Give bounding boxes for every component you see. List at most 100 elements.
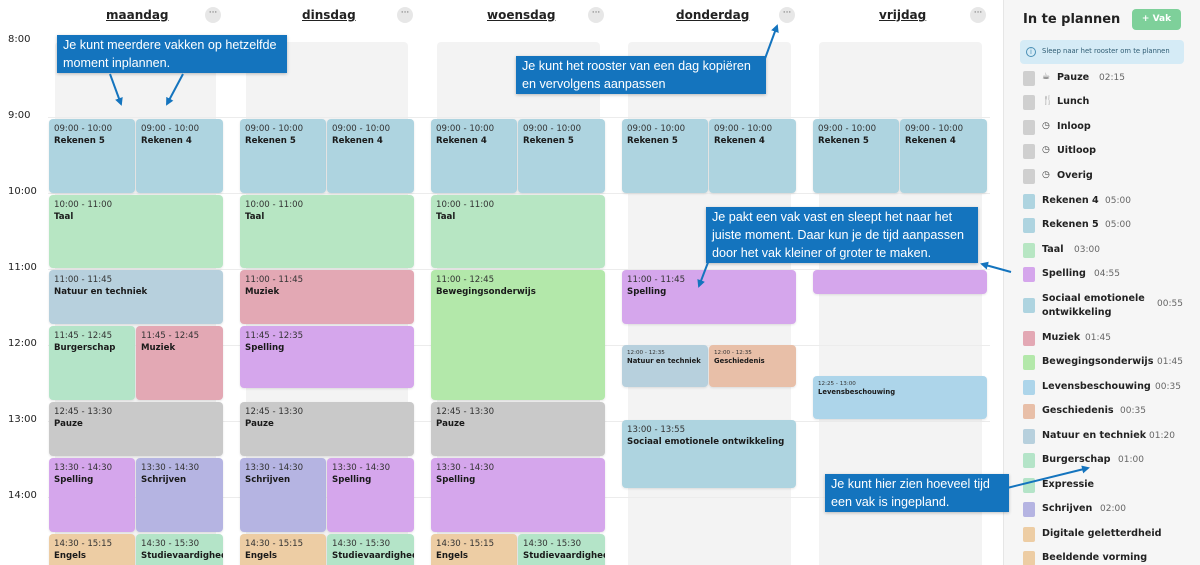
lesson-block[interactable]: 12:45 - 13:30 Pauze <box>240 402 414 456</box>
lesson-block[interactable]: 11:00 - 11:45 Natuur en techniek <box>49 270 223 324</box>
lesson-block[interactable]: 09:00 - 10:00 Rekenen 5 <box>518 119 605 193</box>
subject-spelling[interactable]: Spelling 04:55 <box>1023 266 1198 288</box>
subject-name: Sociaal emotionele ontwikkeling <box>1042 293 1145 318</box>
day-menu-button[interactable]: ··· <box>397 7 413 23</box>
subject-color-swatch <box>1023 453 1035 468</box>
day-header-maandag: maandag ··· <box>55 7 225 25</box>
subject-color-swatch <box>1023 527 1035 542</box>
subject-digitale-geletterdheid[interactable]: Digitale geletterdheid <box>1023 526 1198 548</box>
add-vak-button[interactable]: + Vak <box>1132 9 1181 30</box>
lesson-block[interactable]: 09:00 - 10:00 Rekenen 5 <box>622 119 708 193</box>
lesson-block[interactable]: 11:00 - 11:45 Muziek <box>240 270 414 324</box>
lesson-block[interactable]: 11:00 - 12:45 Bewegingsonderwijs <box>431 270 605 400</box>
lesson-time: 13:30 - 14:30 <box>54 463 113 473</box>
lesson-block[interactable]: 11:00 - 11:45 Spelling <box>622 270 796 324</box>
lesson-title: Pauze <box>54 419 83 429</box>
lesson-time: 09:00 - 10:00 <box>818 124 877 134</box>
subject-sociaal-emotionele-ontwikkeling[interactable]: Sociaal emotionele ontwikkeling 00:55 <box>1023 290 1198 320</box>
subject-geschiedenis[interactable]: Geschiedenis 00:35 <box>1023 403 1198 425</box>
lesson-block[interactable]: 13:30 - 14:30 Spelling <box>431 458 605 532</box>
lesson-block[interactable]: 13:00 - 13:55 Sociaal emotionele ontwikke… <box>622 420 796 488</box>
lesson-block[interactable]: 10:00 - 11:00 Taal <box>49 195 223 268</box>
lesson-title: Taal <box>54 212 74 222</box>
subject-planned-duration: 00:35 <box>1120 406 1146 416</box>
lesson-time: 12:25 - 13:00 <box>818 381 856 387</box>
lesson-title: Schrijven <box>245 475 291 485</box>
subject-bewegingsonderwijs[interactable]: Bewegingsonderwijs 01:45 <box>1023 354 1198 376</box>
subject-color-swatch <box>1023 144 1035 159</box>
subject-rekenen-4[interactable]: Rekenen 4 05:00 <box>1023 193 1198 215</box>
lesson-block[interactable]: 12:45 - 13:30 Pauze <box>431 402 605 456</box>
subject-color-swatch <box>1023 218 1035 233</box>
lesson-block[interactable]: 12:45 - 13:30 Pauze <box>49 402 223 456</box>
subject-taal[interactable]: Taal 03:00 <box>1023 242 1198 264</box>
lesson-block[interactable]: 13:30 - 14:30 Spelling <box>327 458 414 532</box>
lesson-block[interactable]: 09:00 - 10:00 Rekenen 5 <box>49 119 135 193</box>
subject-rekenen-5[interactable]: Rekenen 5 05:00 <box>1023 217 1198 239</box>
day-menu-button[interactable]: ··· <box>588 7 604 23</box>
subject-planned-duration: 00:35 <box>1155 382 1181 392</box>
lesson-block[interactable]: 14:30 - 15:15 Engels <box>431 534 517 565</box>
subject-pauze[interactable]: ☕ Pauze 02:15 <box>1023 70 1198 92</box>
lesson-time: 10:00 - 11:00 <box>245 200 304 210</box>
lesson-title: Engels <box>436 551 469 561</box>
subject-burgerschap[interactable]: Burgerschap 01:00 <box>1023 452 1198 474</box>
clock-icon: ◷ <box>1042 121 1050 131</box>
lesson-time: 14:30 - 15:30 <box>141 539 200 549</box>
lesson-block[interactable]: 11:45 - 12:35 Spelling <box>240 326 414 388</box>
lesson-block[interactable]: 13:30 - 14:30 Spelling <box>49 458 135 532</box>
subject-color-swatch <box>1023 502 1035 517</box>
lesson-block[interactable]: 12:25 - 13:00 Levensbeschouwing <box>813 376 987 419</box>
lesson-block[interactable]: 14:30 - 15:30 Studievaardighed <box>518 534 605 565</box>
subject-name: Burgerschap <box>1042 454 1111 465</box>
lesson-block[interactable]: 14:30 - 15:15 Engels <box>240 534 326 565</box>
lesson-block[interactable]: 14:30 - 15:30 Studievaardighed <box>327 534 414 565</box>
subject-schrijven[interactable]: Schrijven 02:00 <box>1023 501 1198 523</box>
lesson-block[interactable]: 12:00 - 12:35 Geschiedenis <box>709 345 796 387</box>
day-header-dinsdag: dinsdag ··· <box>246 7 416 25</box>
subject-planned-duration: 01:20 <box>1149 431 1175 441</box>
lesson-block[interactable]: 10:00 - 11:00 Taal <box>431 195 605 268</box>
subject-expressie[interactable]: Expressie <box>1023 477 1198 499</box>
subject-muziek[interactable]: Muziek 01:45 <box>1023 330 1198 352</box>
lesson-block[interactable]: 09:00 - 10:00 Rekenen 5 <box>240 119 326 193</box>
lesson-block[interactable]: 09:00 - 10:00 Rekenen 4 <box>327 119 414 193</box>
subject-beeldende-vorming[interactable]: Beeldende vorming <box>1023 550 1198 565</box>
lesson-block[interactable]: 12:00 - 12:35 Natuur en techniek <box>622 345 708 387</box>
subject-levensbeschouwing[interactable]: Levensbeschouwing 00:35 <box>1023 379 1198 401</box>
lesson-block[interactable]: 09:00 - 10:00 Rekenen 4 <box>900 119 987 193</box>
lesson-block[interactable]: 10:00 - 11:00 Taal <box>240 195 414 268</box>
lesson-block-dragging[interactable] <box>813 270 987 294</box>
subject-planned-duration: 05:00 <box>1105 196 1131 206</box>
lesson-block[interactable]: 11:45 - 12:45 Muziek <box>136 326 223 400</box>
time-label-12: 12:00 <box>8 338 37 349</box>
subject-inloop[interactable]: ◷ Inloop <box>1023 119 1198 141</box>
day-name: donderdag <box>676 8 750 22</box>
lesson-block[interactable]: 13:30 - 14:30 Schrijven <box>136 458 223 532</box>
lesson-time: 14:30 - 15:15 <box>245 539 304 549</box>
callout-copy-day: Je kunt het rooster van een dag kopiëren… <box>516 56 766 94</box>
lesson-time: 09:00 - 10:00 <box>141 124 200 134</box>
lesson-block[interactable]: 14:30 - 15:15 Engels <box>49 534 135 565</box>
subject-overig[interactable]: ◷ Overig <box>1023 168 1198 190</box>
subject-color-swatch <box>1023 267 1035 282</box>
lesson-block[interactable]: 11:45 - 12:45 Burgerschap <box>49 326 135 400</box>
day-menu-button[interactable]: ··· <box>205 7 221 23</box>
day-menu-button[interactable]: ··· <box>970 7 986 23</box>
lesson-block[interactable]: 09:00 - 10:00 Rekenen 5 <box>813 119 899 193</box>
lesson-block[interactable]: 13:30 - 14:30 Schrijven <box>240 458 326 532</box>
lesson-title: Rekenen 5 <box>54 136 105 146</box>
lesson-title: Studievaardighed <box>332 551 414 561</box>
lesson-block[interactable]: 09:00 - 10:00 Rekenen 4 <box>431 119 517 193</box>
subject-natuur-en-techniek[interactable]: Natuur en techniek 01:20 <box>1023 428 1198 450</box>
lesson-block[interactable]: 09:00 - 10:00 Rekenen 4 <box>709 119 796 193</box>
day-menu-button[interactable]: ··· <box>779 7 795 23</box>
lesson-time: 12:00 - 12:35 <box>627 350 665 356</box>
subject-planned-duration: 00:55 <box>1157 299 1183 309</box>
lesson-title: Taal <box>245 212 265 222</box>
subject-lunch[interactable]: 🍴 Lunch <box>1023 94 1198 116</box>
lesson-time: 13:30 - 14:30 <box>245 463 304 473</box>
lesson-block[interactable]: 09:00 - 10:00 Rekenen 4 <box>136 119 223 193</box>
lesson-block[interactable]: 14:30 - 15:30 Studievaardighed <box>136 534 223 565</box>
subject-uitloop[interactable]: ◷ Uitloop <box>1023 143 1198 165</box>
